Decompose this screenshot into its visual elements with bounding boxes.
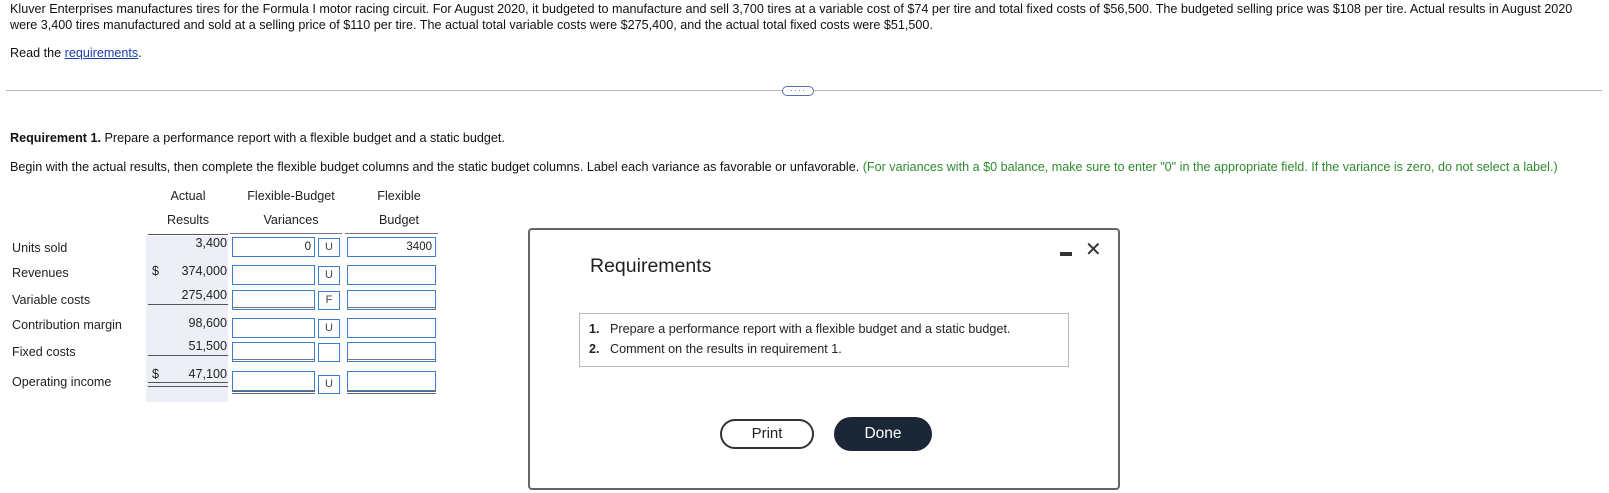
done-button[interactable]: Done	[834, 417, 932, 451]
actual-operating-income: 47,100	[188, 367, 227, 381]
header-underline	[345, 233, 438, 234]
fu-variable-costs-select[interactable]: F	[318, 291, 340, 310]
header-fbv-2: Variances	[263, 213, 319, 227]
header-flex-2: Budget	[379, 213, 419, 227]
expand-more-button[interactable]: ····	[782, 86, 814, 96]
row-label-operating-income: Operating income	[12, 375, 112, 389]
fu-units-sold-select[interactable]: U	[318, 238, 340, 257]
requirements-link[interactable]: requirements	[65, 46, 139, 60]
fu-contribution-margin-select[interactable]: U	[318, 319, 340, 338]
row-label-fixed-costs: Fixed costs	[12, 345, 76, 359]
requirement-item: 2. Comment on the results in requirement …	[589, 342, 842, 356]
instructions: Begin with the actual results, then comp…	[10, 160, 1558, 174]
actual-variable-costs: 275,400	[181, 288, 227, 302]
print-button[interactable]: Print	[720, 419, 814, 449]
actual-fixed-costs: 51,500	[188, 339, 227, 353]
fu-operating-income-select[interactable]: U	[318, 375, 340, 394]
subtotal-line	[347, 307, 436, 308]
close-icon[interactable]: ✕	[1085, 240, 1102, 260]
subtotal-line	[148, 355, 228, 356]
flex-operating-income-input[interactable]	[347, 371, 436, 391]
variance-revenues-input[interactable]	[232, 265, 315, 285]
zero-balance-hint: (For variances with a $0 balance, make s…	[862, 160, 1558, 174]
row-label-revenues: Revenues	[12, 266, 69, 280]
requirement-1-heading: Requirement 1. Prepare a performance rep…	[10, 131, 505, 145]
header-flex-1: Flexible	[377, 189, 421, 203]
row-label-variable-costs: Variable costs	[12, 293, 91, 307]
fu-fixed-costs-select[interactable]	[318, 343, 340, 362]
total-double-line	[232, 391, 315, 394]
problem-statement: Kluver Enterprises manufactures tires fo…	[10, 2, 1573, 32]
header-underline	[148, 234, 228, 235]
header-actual-2: Results	[167, 213, 209, 227]
row-label-units-sold: Units sold	[12, 241, 68, 255]
flex-contribution-margin-input[interactable]	[347, 318, 436, 338]
variance-units-sold-input[interactable]	[232, 237, 315, 257]
fu-revenues-select[interactable]: U	[318, 266, 340, 285]
total-double-line	[148, 382, 228, 387]
subtotal-line	[232, 359, 315, 360]
total-double-line	[347, 391, 436, 394]
variance-operating-income-input[interactable]	[232, 371, 315, 391]
subtotal-line	[232, 307, 315, 308]
row-label-contribution-margin: Contribution margin	[12, 318, 122, 332]
subtotal-line	[148, 304, 228, 305]
minimize-icon[interactable]	[1060, 252, 1072, 256]
actual-contribution-margin: 98,600	[188, 316, 227, 330]
variance-contribution-margin-input[interactable]	[232, 318, 315, 338]
dialog-title: Requirements	[590, 255, 712, 277]
header-underline	[230, 233, 342, 234]
actual-units-sold: 3,400	[195, 236, 227, 250]
actual-revenues: 374,000	[181, 264, 227, 278]
dollar-sign: $	[152, 264, 160, 278]
subtotal-line	[347, 359, 436, 360]
requirement-item: 1. Prepare a performance report with a fl…	[589, 322, 1011, 336]
header-actual-1: Actual	[170, 189, 206, 203]
dollar-sign: $	[152, 367, 160, 381]
flex-revenues-input[interactable]	[347, 265, 436, 285]
flex-units-sold-input[interactable]	[347, 237, 436, 257]
header-fbv-1: Flexible-Budget	[247, 189, 335, 203]
read-requirements: Read the requirements.	[10, 46, 142, 60]
